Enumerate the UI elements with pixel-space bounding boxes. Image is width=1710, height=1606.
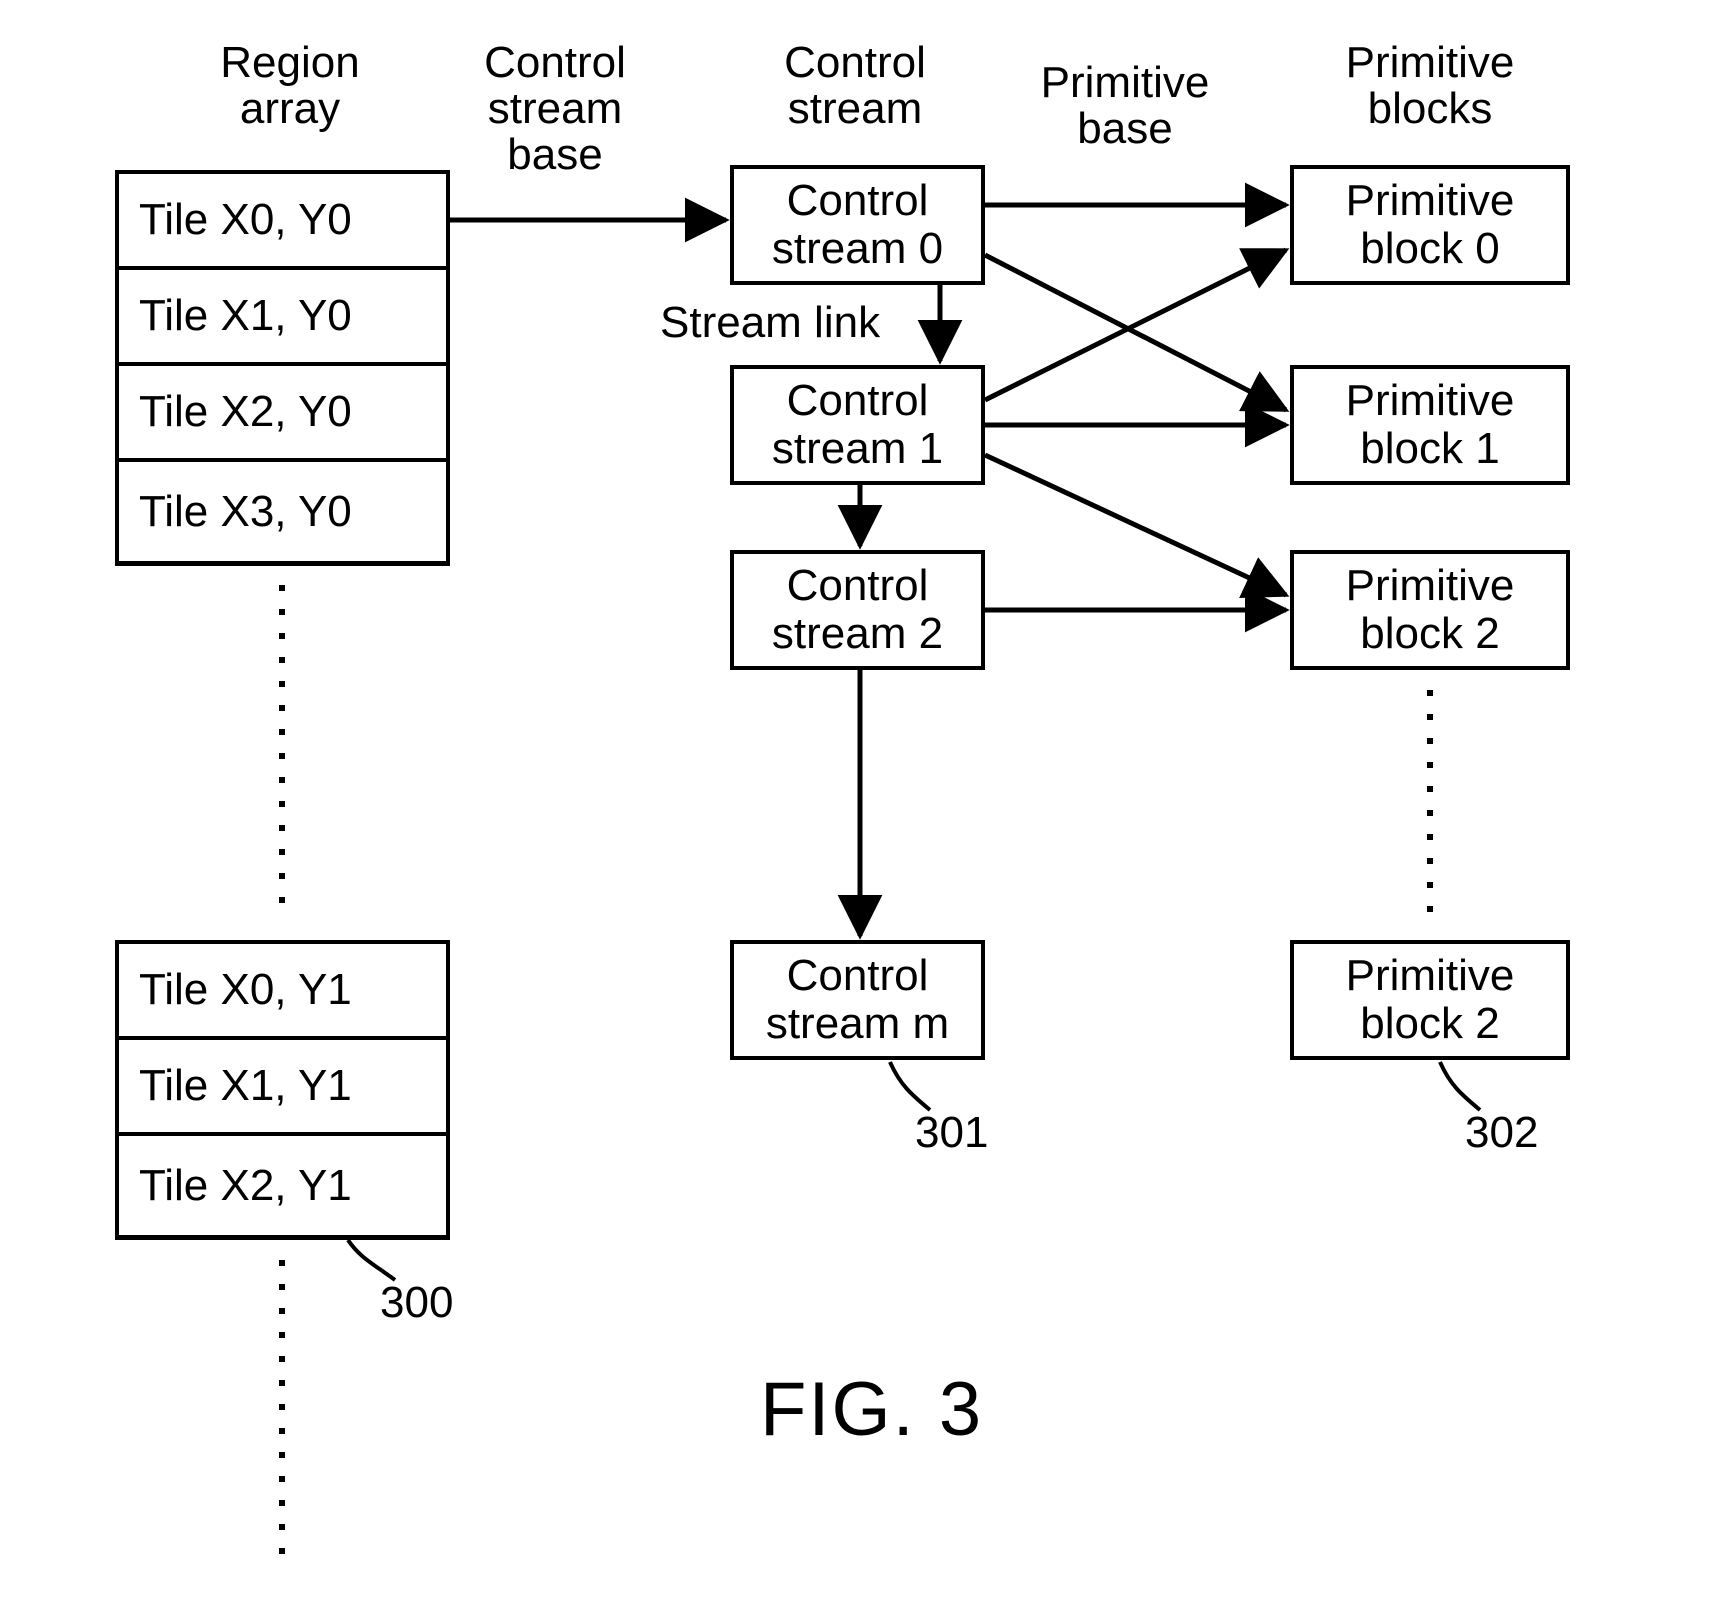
header-control-stream: Control stream: [730, 40, 980, 132]
cs-label: Control stream m: [742, 952, 973, 1049]
header-region-array: Region array: [160, 40, 420, 132]
tile-x3-y0: Tile X3, Y0: [115, 458, 450, 566]
control-stream-0: Control stream 0: [730, 165, 985, 285]
pb-label: Primitive block 1: [1302, 377, 1558, 474]
tile-x2-y1: Tile X2, Y1: [115, 1132, 450, 1240]
tile-x2-y0: Tile X2, Y0: [115, 362, 450, 462]
ref-300: 300: [380, 1280, 453, 1326]
primitive-block-last: Primitive block 2: [1290, 940, 1570, 1060]
header-primitive-base: Primitive base: [1005, 60, 1245, 152]
stream-link-label: Stream link: [660, 300, 920, 346]
ref-301: 301: [915, 1110, 988, 1156]
ref-302: 302: [1465, 1110, 1538, 1156]
header-control-stream-base: Control stream base: [450, 40, 660, 179]
cs-label: Control stream 1: [742, 377, 973, 474]
primitive-block-2: Primitive block 2: [1290, 550, 1570, 670]
tile-label: Tile X3, Y0: [139, 487, 352, 537]
tile-x1-y0: Tile X1, Y0: [115, 266, 450, 366]
control-stream-2: Control stream 2: [730, 550, 985, 670]
tile-x0-y0: Tile X0, Y0: [115, 170, 450, 270]
pb-label: Primitive block 0: [1302, 177, 1558, 274]
cs-label: Control stream 0: [742, 177, 973, 274]
tile-label: Tile X0, Y1: [139, 965, 352, 1015]
primitive-block-0: Primitive block 0: [1290, 165, 1570, 285]
tile-label: Tile X1, Y1: [139, 1061, 352, 1111]
tile-label: Tile X1, Y0: [139, 291, 352, 341]
pb-label: Primitive block 2: [1302, 952, 1558, 1049]
tile-label: Tile X2, Y1: [139, 1161, 352, 1211]
tile-label: Tile X0, Y0: [139, 195, 352, 245]
tile-label: Tile X2, Y0: [139, 387, 352, 437]
cs-label: Control stream 2: [742, 562, 973, 659]
header-primitive-blocks: Primitive blocks: [1300, 40, 1560, 132]
control-stream-m: Control stream m: [730, 940, 985, 1060]
figure-label: FIG. 3: [760, 1370, 983, 1450]
primitive-block-1: Primitive block 1: [1290, 365, 1570, 485]
tile-x1-y1: Tile X1, Y1: [115, 1036, 450, 1136]
tile-x0-y1: Tile X0, Y1: [115, 940, 450, 1040]
pb-label: Primitive block 2: [1302, 562, 1558, 659]
control-stream-1: Control stream 1: [730, 365, 985, 485]
